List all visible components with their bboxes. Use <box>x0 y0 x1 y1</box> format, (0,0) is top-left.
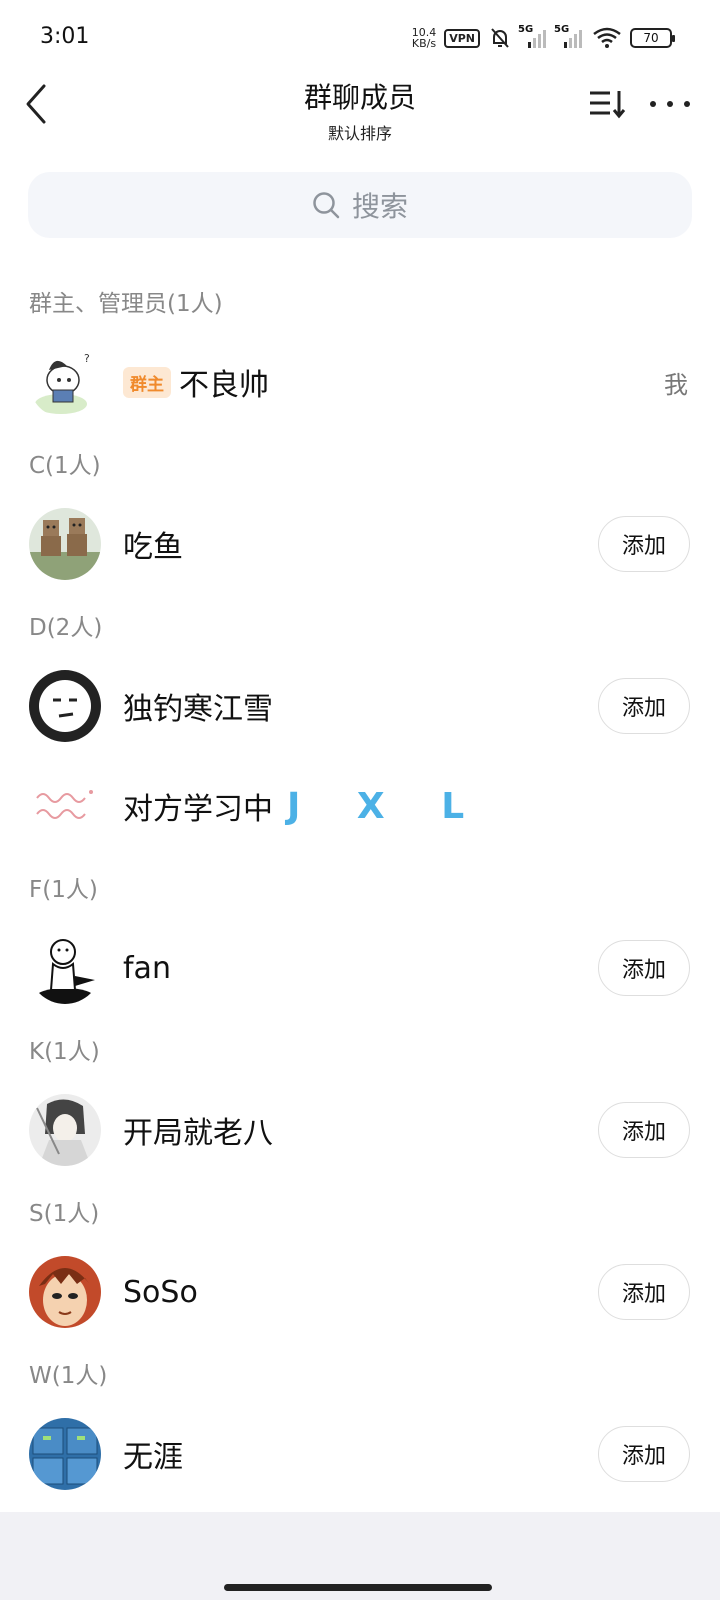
member-name: 不良帅 <box>179 368 269 403</box>
section-header: C(1人) <box>29 453 101 479</box>
member-row[interactable]: 吃鱼 添加 <box>0 494 720 594</box>
add-friend-button[interactable]: 添加 <box>598 678 690 734</box>
add-friend-button[interactable]: 添加 <box>598 1264 690 1320</box>
section-header: 群主、管理员(1人) <box>29 291 223 317</box>
battery-icon: 70 <box>630 28 675 48</box>
member-name: 对方学习中 <box>123 792 273 827</box>
member-row-owner[interactable]: ? 群主 不良帅 我 <box>0 332 720 432</box>
member-row[interactable]: SoSo 添加 <box>0 1242 720 1342</box>
sim1-tag: 5G <box>518 24 534 35</box>
svg-text:?: ? <box>84 352 90 365</box>
avatar <box>29 1418 101 1490</box>
more-dot-icon <box>684 101 690 107</box>
add-friend-button[interactable]: 添加 <box>598 940 690 996</box>
home-indicator[interactable] <box>224 1584 492 1591</box>
sort-icon <box>590 91 626 119</box>
search-icon <box>313 192 340 219</box>
member-row[interactable]: 对方学习中 J X L <box>0 756 720 856</box>
member-name-suffix: J X L <box>287 785 487 827</box>
sort-mode-label: 默认排序 <box>327 124 392 143</box>
section-header: F(1人) <box>29 877 98 903</box>
avatar <box>29 1094 101 1166</box>
search-input[interactable]: 搜索 <box>28 172 692 238</box>
status-time: 3:01 <box>40 24 90 49</box>
add-friend-button[interactable]: 添加 <box>598 516 690 572</box>
section-header: K(1人) <box>29 1039 100 1065</box>
sort-button[interactable] <box>588 88 628 120</box>
avatar <box>29 670 101 742</box>
wifi-icon <box>593 27 621 48</box>
member-name: SoSo <box>123 1274 198 1310</box>
section-header: W(1人) <box>29 1363 108 1389</box>
avatar <box>29 508 101 580</box>
network-speed-unit: KB/s <box>411 37 437 50</box>
vpn-icon: VPN <box>444 28 480 48</box>
section-header: S(1人) <box>29 1201 100 1227</box>
member-name: 吃鱼 <box>123 530 183 565</box>
more-dot-icon <box>667 101 673 107</box>
search-placeholder: 搜索 <box>351 190 408 223</box>
network-speed: 10.4 KB/s <box>412 27 437 49</box>
add-friend-button[interactable]: 添加 <box>598 1426 690 1482</box>
member-name: 开局就老八 <box>123 1116 273 1151</box>
section-header: D(2人) <box>29 615 103 641</box>
avatar <box>29 932 101 1004</box>
member-name: 无涯 <box>123 1440 183 1475</box>
avatar <box>29 770 101 842</box>
member-row[interactable]: 独钓寒江雪 添加 <box>0 656 720 756</box>
member-name-group: 群主 不良帅 <box>123 360 269 404</box>
member-row[interactable]: 无涯 添加 <box>0 1404 720 1504</box>
member-name-group: 对方学习中 J X L <box>123 784 486 828</box>
member-row[interactable]: 开局就老八 添加 <box>0 1080 720 1180</box>
self-label: 我 <box>664 370 688 399</box>
more-dot-icon <box>650 101 656 107</box>
member-list: 群主、管理员(1人) ? 群主 不良帅 我 C(1人) 吃鱼 添加 D(2人) … <box>0 270 720 1504</box>
signal-sim2-icon: 5G <box>554 24 584 48</box>
sim2-tag: 5G <box>554 24 570 35</box>
status-icons: 10.4 KB/s VPN 5G 5G 70 <box>412 24 675 52</box>
owner-badge: 群主 <box>123 366 171 398</box>
status-bar: 3:01 10.4 KB/s VPN 5G 5G 70 <box>0 0 720 80</box>
signal-sim1-icon: 5G <box>518 24 548 48</box>
member-row[interactable]: fan 添加 <box>0 918 720 1018</box>
avatar: ? <box>29 346 101 418</box>
member-name: fan <box>123 950 171 986</box>
top-navigation: 群聊成员 默认排序 <box>0 70 720 160</box>
avatar <box>29 1256 101 1328</box>
add-friend-button[interactable]: 添加 <box>598 1102 690 1158</box>
bell-muted-icon <box>491 28 509 48</box>
more-options-button[interactable] <box>650 88 690 120</box>
member-name: 独钓寒江雪 <box>123 692 273 727</box>
